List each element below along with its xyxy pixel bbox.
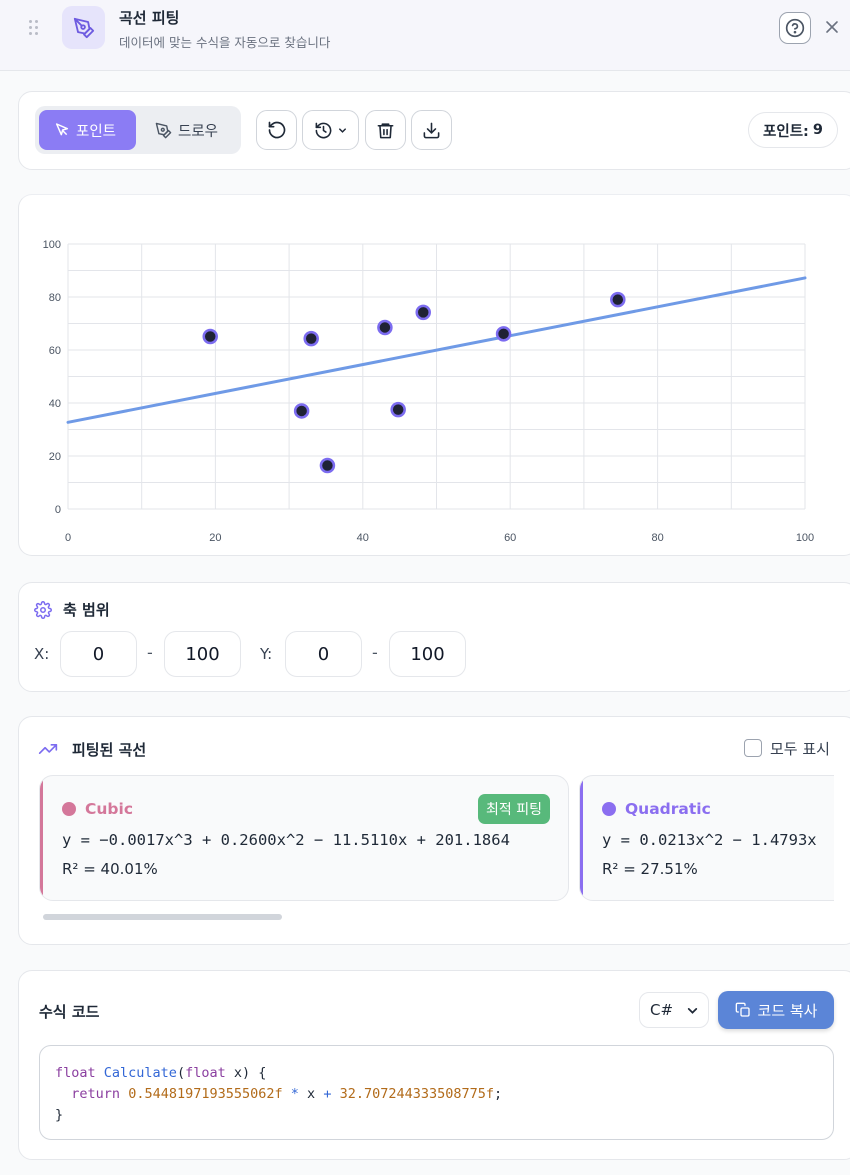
x-range-label: X: bbox=[34, 645, 50, 663]
fitted-curves-title: 피팅된 곡선 bbox=[72, 741, 147, 759]
x-tick-label: 20 bbox=[209, 532, 221, 544]
best-fit-badge: 최적 피팅 bbox=[478, 794, 550, 824]
x-tick-label: 60 bbox=[504, 532, 516, 544]
y-range-separator: - bbox=[372, 643, 378, 662]
curve-equation: y = 0.0213x^2 − 1.4793x bbox=[602, 831, 817, 849]
axis-range-title: 축 범위 bbox=[63, 601, 110, 619]
close-button[interactable] bbox=[822, 17, 842, 37]
scatter-chart[interactable]: 0 20 40 60 80 100 0 20 40 60 80 100 bbox=[19, 195, 850, 555]
mode-switch: 포인트 드로우 bbox=[35, 106, 241, 154]
data-point bbox=[415, 304, 431, 321]
mode-draw-label: 드로우 bbox=[178, 123, 219, 140]
y-max-input[interactable]: 100 bbox=[389, 631, 466, 677]
code-block[interactable]: float Calculate(float x) { return 0.5448… bbox=[39, 1045, 834, 1140]
header-bar: 곡선 피팅 데이터에 맞는 수식을 자동으로 찾습니다 bbox=[0, 0, 850, 71]
data-point bbox=[610, 291, 626, 308]
mode-point-button[interactable]: 포인트 bbox=[39, 110, 136, 150]
curve-name: Cubic bbox=[85, 800, 134, 818]
axis-range-card: 축 범위 X: 0 - 100 Y: 0 - 100 bbox=[18, 582, 850, 692]
data-point bbox=[303, 330, 319, 347]
y-tick-label: 0 bbox=[55, 504, 61, 516]
chevron-down-icon bbox=[338, 127, 346, 133]
copy-code-button[interactable]: 코드 복사 bbox=[718, 991, 834, 1029]
point-count-label: 포인트: bbox=[763, 123, 809, 140]
curve-equation: y = −0.0017x^3 + 0.2600x^2 − 11.5110x + … bbox=[62, 831, 510, 849]
x-min-input[interactable]: 0 bbox=[60, 631, 137, 677]
trash-icon bbox=[377, 122, 394, 138]
app-title: 곡선 피팅 bbox=[119, 9, 180, 27]
copy-icon bbox=[735, 1002, 750, 1017]
data-point bbox=[319, 457, 336, 474]
help-button[interactable] bbox=[779, 12, 811, 44]
curve-r-squared: R² = 27.51% bbox=[602, 860, 698, 878]
download-button[interactable] bbox=[411, 110, 452, 150]
download-icon bbox=[423, 122, 440, 138]
mode-draw-button[interactable]: 드로우 bbox=[143, 110, 237, 150]
toolbar-card: 포인트 드로우 포인트: 9 bbox=[18, 91, 850, 170]
pen-icon bbox=[155, 122, 172, 138]
point-count-badge: 포인트: 9 bbox=[748, 112, 838, 148]
show-all-checkbox[interactable] bbox=[744, 739, 762, 757]
show-all-label[interactable]: 모두 표시 bbox=[770, 738, 830, 759]
drag-handle-icon[interactable] bbox=[29, 20, 41, 38]
code-card: 수식 코드 C# 코드 복사 float Calculate(float x) … bbox=[18, 970, 850, 1160]
delete-button[interactable] bbox=[365, 110, 406, 150]
undo-button[interactable] bbox=[256, 110, 297, 150]
y-tick-label: 40 bbox=[49, 398, 61, 410]
trending-up-icon bbox=[38, 744, 58, 754]
history-button[interactable] bbox=[302, 110, 359, 150]
horizontal-scrollbar[interactable] bbox=[43, 914, 282, 920]
x-tick-label: 0 bbox=[65, 532, 71, 544]
pen-tool-icon bbox=[62, 6, 105, 49]
copy-code-label: 코드 복사 bbox=[757, 1001, 818, 1020]
x-range-separator: - bbox=[147, 643, 153, 662]
fitted-curves-list[interactable]: Cubic 최적 피팅 y = −0.0017x^3 + 0.2600x^2 −… bbox=[39, 775, 834, 903]
undo-icon bbox=[268, 121, 285, 139]
help-icon bbox=[785, 18, 805, 38]
y-tick-label: 20 bbox=[49, 451, 61, 463]
code-title: 수식 코드 bbox=[39, 1003, 100, 1021]
curve-name: Quadratic bbox=[625, 800, 711, 818]
settings-icon bbox=[34, 601, 52, 619]
language-value: C# bbox=[650, 1001, 674, 1019]
curve-color-dot bbox=[602, 802, 616, 816]
x-max-input[interactable]: 100 bbox=[164, 631, 241, 677]
data-point bbox=[377, 319, 393, 336]
app-subtitle: 데이터에 맞는 수식을 자동으로 찾습니다 bbox=[119, 35, 331, 50]
x-tick-label: 80 bbox=[651, 532, 663, 544]
x-tick-label: 100 bbox=[796, 532, 814, 544]
data-point bbox=[202, 328, 218, 345]
y-tick-label: 80 bbox=[49, 292, 61, 304]
curve-r-squared: R² = 40.01% bbox=[62, 860, 158, 878]
language-select[interactable]: C# bbox=[639, 992, 709, 1028]
close-icon bbox=[826, 21, 838, 33]
curve-color-dot bbox=[62, 802, 76, 816]
y-min-input[interactable]: 0 bbox=[285, 631, 362, 677]
chart-card: 0 20 40 60 80 100 0 20 40 60 80 100 bbox=[18, 194, 850, 556]
fitted-curves-card: 피팅된 곡선 모두 표시 Cubic 최적 피팅 y = −0.0017x^3 … bbox=[18, 716, 850, 945]
curve-card-cubic[interactable]: Cubic 최적 피팅 y = −0.0017x^3 + 0.2600x^2 −… bbox=[39, 775, 569, 901]
data-point bbox=[293, 403, 310, 419]
data-point bbox=[390, 401, 406, 418]
y-tick-label: 100 bbox=[43, 239, 61, 251]
curve-card-quadratic[interactable]: Quadratic y = 0.0213x^2 − 1.4793x R² = 2… bbox=[579, 775, 834, 901]
y-tick-label: 60 bbox=[49, 345, 61, 357]
chevron-down-icon bbox=[687, 1007, 698, 1014]
data-point bbox=[495, 326, 512, 342]
x-tick-label: 40 bbox=[357, 532, 369, 544]
y-range-label: Y: bbox=[260, 645, 273, 663]
cursor-icon bbox=[55, 123, 69, 136]
mode-point-label: 포인트 bbox=[76, 123, 117, 140]
history-icon bbox=[315, 122, 331, 138]
point-count-value: 9 bbox=[812, 122, 823, 138]
